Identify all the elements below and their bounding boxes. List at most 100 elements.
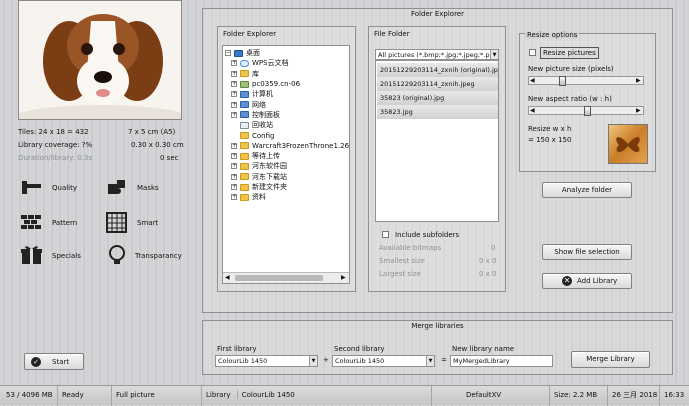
expand-icon[interactable]: + (231, 101, 237, 108)
masks-label: Masks (137, 184, 159, 192)
theme-status: DefaultXV (432, 386, 550, 406)
slider-right-icon[interactable]: ▶ (636, 107, 641, 114)
chevron-down-icon[interactable]: ▼ (490, 50, 498, 59)
recycle-bin-icon (240, 121, 249, 129)
slider-left-icon[interactable]: ◀ (530, 107, 535, 114)
coverage-label: Library coverage: ?% (18, 141, 93, 149)
tree-item[interactable]: +回收站 (231, 120, 273, 130)
expand-icon[interactable]: + (231, 81, 237, 88)
file-folder-title: File Folder (374, 30, 410, 38)
show-file-selection-button[interactable]: Show file selection (542, 244, 632, 260)
tree-item[interactable]: + Warcraft3FrozenThrone1.26_ (231, 141, 349, 151)
add-library-button[interactable]: ✕ Add Library (542, 273, 632, 289)
expand-icon[interactable]: + (231, 153, 237, 160)
smart-tool[interactable]: Smart (105, 212, 175, 234)
folder-icon (240, 173, 249, 181)
tree-item-label: 河东软件园 (252, 162, 287, 171)
slider-right-icon[interactable]: ▶ (636, 77, 641, 84)
library-status-value: ColourLib 1450 (236, 391, 295, 399)
masks-tool[interactable]: Masks (105, 177, 175, 199)
dog-photo (19, 1, 181, 119)
tree-item[interactable]: + 控制面板 (231, 110, 280, 120)
available-bitmaps-value: 0 (491, 244, 496, 252)
scroll-thumb[interactable] (235, 275, 323, 281)
tree-item[interactable]: + 河东下载站 (231, 172, 287, 182)
expand-icon[interactable]: + (231, 184, 237, 191)
computer-icon (240, 90, 249, 98)
expand-icon[interactable]: − (225, 50, 231, 57)
resize-wh-value: = 150 x 150 (528, 136, 572, 144)
expand-icon[interactable]: + (231, 194, 237, 201)
resize-preview-thumbnail (608, 124, 648, 164)
merge-library-button[interactable]: Merge Library (571, 351, 650, 368)
tree-item[interactable]: + pc0359.cn-06 (231, 79, 300, 89)
expand-icon[interactable]: + (231, 70, 237, 77)
resize-pictures-checkbox[interactable] (529, 49, 536, 56)
file-filter-select[interactable]: All pictures (*.bmp;*.jpg;*.jpeg;*.p ▼ (375, 49, 499, 60)
size-status: Size: 2.2 MB (550, 386, 608, 406)
time-status: 16:33 (664, 391, 685, 399)
tree-item[interactable]: + 河东软件园 (231, 161, 287, 171)
cloud-icon (240, 59, 249, 67)
resize-options-title: Resize options (525, 31, 580, 39)
folder-tree-title: Folder Explorer (223, 30, 277, 38)
tree-item-label: 桌面 (246, 49, 260, 58)
tree-item-label: 等待上传 (252, 152, 280, 161)
new-library-input[interactable]: MyMergedLibrary (450, 355, 553, 367)
transparency-tool[interactable]: Transparancy (105, 245, 185, 267)
aspect-ratio-thumb[interactable] (584, 106, 591, 116)
add-library-label: Add Library (577, 277, 618, 285)
expand-icon[interactable]: + (231, 163, 237, 170)
scroll-left-icon[interactable]: ◀ (225, 274, 230, 281)
network-icon (240, 101, 249, 109)
pattern-label: Pattern (52, 219, 78, 227)
equals-sign: = (441, 356, 447, 364)
tree-item[interactable]: + 库 (231, 69, 259, 79)
pattern-tool[interactable]: Pattern (20, 212, 90, 234)
picture-size-thumb[interactable] (559, 76, 566, 86)
picture-size-slider[interactable]: ◀ ▶ (528, 76, 644, 86)
folder-tree[interactable]: −桌面+WPS云文档+库+pc0359.cn-06+计算机+网络+控制面板+回收… (222, 45, 350, 284)
tree-item[interactable]: + 网络 (231, 100, 266, 110)
first-library-select[interactable]: ColourLib 1450 ▼ (215, 355, 318, 367)
expand-icon[interactable]: + (231, 111, 237, 118)
desktop-icon (234, 49, 243, 57)
specials-tool[interactable]: Specials (20, 245, 90, 267)
second-library-select[interactable]: ColourLib 1450 ▼ (332, 355, 435, 367)
tree-item[interactable]: + 计算机 (231, 89, 273, 99)
chevron-down-icon[interactable]: ▼ (426, 356, 434, 366)
start-label: Start (52, 358, 70, 366)
aspect-ratio-slider[interactable]: ◀ ▶ (528, 106, 644, 116)
tree-item[interactable]: +Config (231, 130, 274, 140)
include-subfolders-checkbox[interactable] (382, 231, 389, 238)
expand-icon[interactable]: + (231, 91, 237, 98)
tree-item-label: 控制面板 (252, 110, 280, 119)
expand-icon[interactable]: + (231, 173, 237, 180)
file-item[interactable]: 35823 (original).jpg (377, 91, 498, 105)
quality-tool[interactable]: Quality (20, 177, 90, 199)
start-button[interactable]: ✓ Start (24, 353, 84, 370)
file-list[interactable]: 20151229203114_zxnih (original).jpe 2015… (375, 60, 499, 222)
tree-item[interactable]: − 桌面 (225, 48, 260, 58)
aspect-ratio-label: New aspect ratio (w : h) (528, 95, 612, 103)
expand-icon[interactable]: + (231, 142, 237, 149)
tree-item[interactable]: + 资料 (231, 192, 266, 202)
tree-horizontal-scrollbar[interactable]: ◀ ▶ (223, 272, 349, 283)
quality-icon (22, 181, 41, 194)
chevron-down-icon[interactable]: ▼ (309, 356, 317, 366)
tree-item-label: pc0359.cn-06 (252, 80, 301, 89)
file-item[interactable]: 20151229203114_zxnih (original).jpe (377, 63, 498, 77)
tree-item[interactable]: + 等待上传 (231, 151, 280, 161)
tree-item-label: WPS云文档 (252, 59, 289, 68)
tree-item-label: 库 (252, 69, 259, 78)
scroll-right-icon[interactable]: ▶ (341, 274, 346, 281)
expand-icon[interactable]: + (231, 60, 237, 67)
analyze-folder-button[interactable]: Analyze folder (542, 182, 632, 198)
file-item[interactable]: 35823.jpg (377, 105, 498, 119)
folder-icon (240, 193, 249, 201)
pattern-icon (21, 215, 41, 229)
tree-item[interactable]: + 新建文件夹 (231, 182, 287, 192)
tree-item[interactable]: + WPS云文档 (231, 58, 289, 68)
file-item[interactable]: 20151229203114_zxnih.jpeg (377, 77, 498, 91)
slider-left-icon[interactable]: ◀ (530, 77, 535, 84)
